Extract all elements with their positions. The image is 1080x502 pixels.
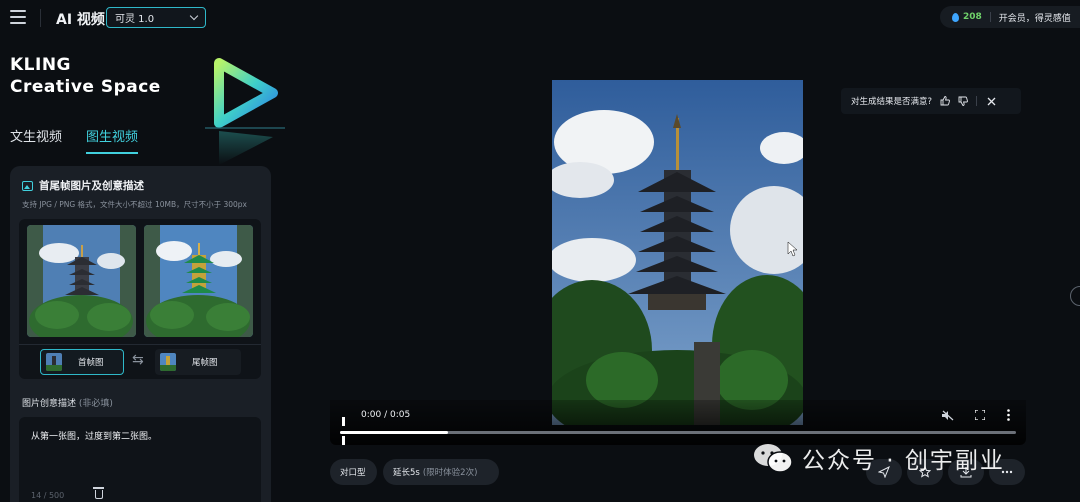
trash-icon[interactable] [93,487,104,499]
first-frame-image[interactable] [27,225,136,337]
input-panel: 首尾帧图片及创意描述 支持 JPG / PNG 格式，文件大小不超过 10MB，… [10,166,271,502]
last-frame-label: 尾帧图 [192,358,218,368]
video-frame[interactable] [552,80,803,425]
prompt-label: 图片创意描述 (非必填) [22,396,113,409]
extend-button[interactable]: 延长5s (限时体验2次) [383,459,499,485]
chevron-down-icon [189,11,199,21]
side-expand-tab[interactable] [1070,286,1080,306]
pill-divider [989,12,991,22]
swap-icon[interactable]: ⇆ [132,352,144,368]
vip-link[interactable]: 开会员，得灵感值 [999,11,1071,24]
tab-image-to-video[interactable]: 图生视频 [86,126,139,154]
feedback-divider [976,96,978,106]
player-controls: 0:00 / 0:05 [330,400,1026,445]
image-icon [22,180,33,191]
feedback-question: 对生成结果是否满意? [851,97,933,107]
kling-logo-icon [205,58,285,165]
model-select[interactable]: 可灵 1.0 [106,7,206,28]
watermark: 公众号 · 创宇副业 [752,441,1005,475]
prompt-label-text: 图片创意描述 [22,399,77,409]
watermark-text: 公众号 · 创宇副业 [802,448,1005,474]
first-frame-button[interactable]: 首帧图 [40,349,124,375]
more-vertical-icon[interactable] [1007,409,1010,421]
video-player: 0:00 / 0:05 [330,80,1026,445]
lip-sync-button[interactable]: 对口型 [330,459,377,485]
menu-icon[interactable] [10,10,26,24]
upload-hint: 支持 JPG / PNG 格式，文件大小不超过 10MB，尺寸不小于 300px [22,200,247,209]
model-select-value: 可灵 1.0 [115,14,155,25]
brand-line-2: Creative Space [10,77,161,97]
panel-title: 首尾帧图片及创意描述 [39,180,144,192]
app-title: AI 视频 [56,12,105,28]
last-frame-image[interactable] [144,225,253,337]
points-drop-icon [952,12,959,22]
frames-box: 首帧图 ⇆ 尾帧图 [19,219,261,379]
brand-title: KLING Creative Space [10,54,161,98]
prompt-input[interactable]: 从第一张图，过度到第二张图。 14 / 500 [19,417,261,502]
extend-label: 延长5s [393,468,420,478]
frames-divider [19,344,261,345]
char-counter: 14 / 500 [31,491,65,500]
extend-note: (限时体验2次) [422,468,478,478]
progress-fill [340,431,449,434]
tab-text-to-video[interactable]: 文生视频 [10,126,62,154]
account-pill: 208 开会员，得灵感值 [940,6,1080,28]
prompt-optional: (非必填) [78,399,113,409]
prompt-text[interactable]: 从第一张图，过度到第二张图。 [31,429,157,442]
lip-sync-label: 对口型 [340,468,366,478]
points-balance: 208 [963,12,982,22]
mute-icon[interactable] [942,410,954,421]
playback-time: 0:00 / 0:05 [361,410,411,420]
feedback-bar: 对生成结果是否满意? [841,88,1021,114]
thumbs-up-icon[interactable] [940,96,950,106]
wechat-logo-icon [754,444,793,473]
close-icon[interactable] [987,97,996,106]
first-frame-label: 首帧图 [78,358,104,368]
first-frame-thumb [46,353,62,371]
header-divider [40,9,41,27]
fullscreen-icon[interactable] [975,410,985,420]
panel-header: 首尾帧图片及创意描述 [22,178,144,193]
progress-bar[interactable] [340,431,1016,434]
last-frame-thumb [160,353,176,371]
mode-tabs: 文生视频 图生视频 [10,126,139,154]
thumbs-down-icon[interactable] [958,96,968,106]
last-frame-button[interactable]: 尾帧图 [155,349,241,375]
pause-icon[interactable] [342,411,351,445]
brand-line-1: KLING [10,55,72,75]
